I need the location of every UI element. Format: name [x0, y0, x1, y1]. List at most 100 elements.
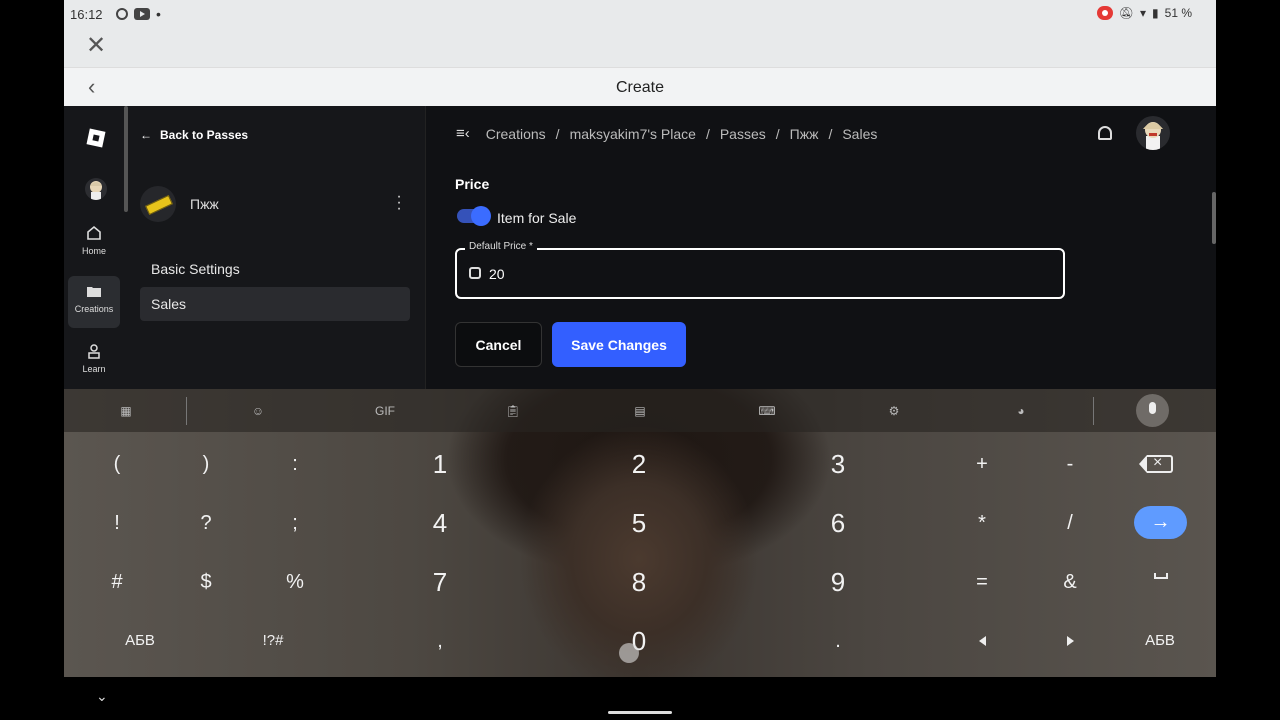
apps-grid-icon[interactable]: ▦ — [117, 402, 135, 420]
breadcrumb: ≡‹ Creations / maksyakim7's Place / Pass… — [456, 125, 877, 142]
status-time: 16:12 — [70, 7, 103, 22]
cancel-button[interactable]: Cancel — [455, 322, 542, 367]
webview-title: Create — [615, 79, 665, 96]
key[interactable]: 8 — [609, 562, 669, 602]
gesture-nav-handle[interactable] — [608, 711, 672, 714]
webview-close-bar: ✕ — [64, 28, 1216, 67]
home-icon — [87, 225, 101, 240]
breadcrumb-separator: / — [775, 125, 780, 142]
breadcrumb-creations[interactable]: Creations — [486, 126, 546, 142]
key[interactable]: 3 — [808, 444, 868, 484]
mute-icon: 🔕︎ — [1118, 6, 1134, 20]
status-bar: 16:12 • 🔕︎ ▾ ▮ 51 % — [64, 0, 1216, 28]
arrow-left-icon: ← — [140, 128, 152, 142]
breadcrumb-separator: / — [828, 125, 833, 142]
pass-header: Пжж · · · — [140, 186, 410, 224]
breadcrumb-pass[interactable]: Пжж — [790, 126, 819, 142]
key[interactable]: / — [1040, 503, 1100, 543]
sidebar-item-basic-settings[interactable]: Basic Settings — [140, 252, 410, 286]
key[interactable]: 4 — [410, 503, 470, 543]
battery-icon: ▮ — [1152, 6, 1159, 20]
breadcrumb-separator: / — [705, 125, 710, 142]
more-options-icon[interactable]: · · · — [396, 189, 402, 217]
key[interactable]: 5 — [609, 503, 669, 543]
key[interactable]: ; — [265, 503, 325, 543]
key[interactable]: 2 — [609, 444, 669, 484]
key[interactable]: 6 — [808, 503, 868, 543]
cursor-right-icon[interactable] — [1067, 636, 1074, 646]
key-symbols-switch[interactable]: !?# — [243, 621, 303, 661]
main-scrollbar[interactable] — [1212, 192, 1216, 244]
menu-collapse-icon[interactable]: ≡‹ — [456, 125, 470, 142]
rail-creations[interactable]: Creations — [68, 276, 120, 328]
rail-learn-label: Learn — [82, 364, 106, 374]
default-price-field[interactable]: Default Price * — [455, 241, 1065, 299]
learn-icon — [88, 344, 100, 359]
key[interactable]: ? — [176, 503, 236, 543]
back-to-passes-link[interactable]: ← Back to Passes — [140, 128, 248, 142]
key[interactable]: 1 — [410, 444, 470, 484]
microphone-icon[interactable] — [1136, 394, 1169, 427]
breadcrumb-passes[interactable]: Passes — [720, 126, 766, 142]
breadcrumb-place[interactable]: maksyakim7's Place — [570, 126, 696, 142]
sticker-icon[interactable]: ☺ — [249, 402, 267, 420]
palette-icon[interactable]: ◕ — [1012, 402, 1030, 420]
rail-home[interactable]: Home — [68, 218, 120, 270]
key[interactable]: & — [1040, 562, 1100, 602]
key[interactable]: - — [1040, 444, 1100, 484]
default-price-input[interactable] — [489, 263, 1049, 285]
app-frame: 16:12 • 🔕︎ ▾ ▮ 51 % ✕ ‹ Create Home Crea… — [64, 0, 1216, 677]
hide-keyboard-chevron-icon[interactable]: ⌄ — [96, 688, 108, 705]
key[interactable]: ! — [87, 503, 147, 543]
key[interactable]: 7 — [410, 562, 470, 602]
pass-name: Пжж — [190, 196, 219, 212]
clipboard-icon[interactable]: 📋︎ — [504, 402, 522, 420]
key[interactable]: , — [410, 621, 470, 661]
key[interactable]: : — [265, 444, 325, 484]
key[interactable]: ( — [87, 444, 147, 484]
rail-learn[interactable]: Learn — [68, 336, 120, 388]
folder-icon — [87, 287, 101, 297]
roblox-logo-icon[interactable] — [86, 128, 106, 148]
key[interactable]: * — [952, 503, 1012, 543]
key[interactable]: 9 — [808, 562, 868, 602]
dot-icon: • — [156, 6, 161, 22]
key[interactable]: ) — [176, 444, 236, 484]
gif-button[interactable]: GIF — [372, 402, 398, 420]
user-avatar[interactable] — [1136, 116, 1170, 150]
rail-home-label: Home — [81, 246, 106, 256]
price-heading: Price — [455, 176, 490, 192]
settings-gear-icon[interactable]: ⚙ — [885, 402, 903, 420]
youtube-icon — [134, 8, 150, 20]
key[interactable]: = — [952, 562, 1012, 602]
enter-arrow-icon[interactable]: → — [1134, 506, 1187, 539]
sidebar-item-sales[interactable]: Sales — [140, 287, 410, 321]
avatar[interactable] — [85, 178, 107, 200]
webview-title-bar: ‹ Create — [64, 67, 1216, 106]
key-alpha-switch[interactable]: АБВ — [1130, 621, 1190, 661]
key[interactable]: . — [808, 621, 868, 661]
bell-icon[interactable] — [1098, 126, 1112, 140]
key[interactable]: 0 — [609, 621, 669, 661]
key[interactable]: $ — [176, 562, 236, 602]
backspace-icon[interactable] — [1139, 454, 1173, 473]
keyboard-toolbar: ▦ ☺ GIF 📋︎ ▤ ⌨ ⚙ ◕ — [64, 389, 1216, 432]
keyboard-icon[interactable]: ⌨ — [758, 402, 776, 420]
touch-indicator — [619, 643, 639, 663]
key-alpha-switch[interactable]: АБВ — [110, 621, 170, 661]
rail-creations-label: Creations — [74, 304, 114, 314]
save-changes-button[interactable]: Save Changes — [552, 322, 686, 367]
recording-icon — [1096, 6, 1113, 20]
key[interactable]: % — [265, 562, 325, 602]
item-for-sale-toggle[interactable] — [457, 206, 491, 226]
breadcrumb-separator: / — [555, 125, 560, 142]
wifi-icon: ▾ — [1140, 6, 1147, 20]
main-content: ≡‹ Creations / maksyakim7's Place / Pass… — [426, 106, 1216, 389]
close-icon[interactable]: ✕ — [86, 34, 106, 58]
space-key-icon[interactable] — [1154, 573, 1168, 579]
key[interactable]: + — [952, 444, 1012, 484]
back-to-passes-label: Back to Passes — [160, 128, 249, 142]
key[interactable]: # — [87, 562, 147, 602]
cursor-left-icon[interactable] — [979, 636, 986, 646]
numpad-icon[interactable]: ▤ — [631, 402, 649, 420]
